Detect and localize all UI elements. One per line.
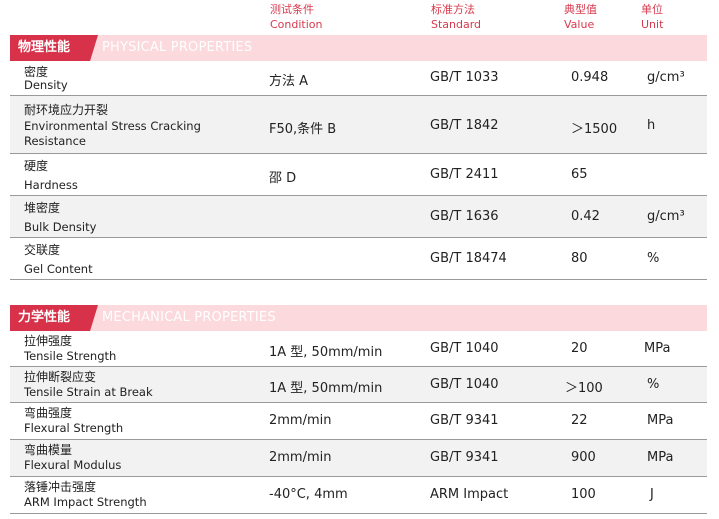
section-title-en: PHYSICAL PROPERTIES bbox=[102, 40, 253, 55]
standard-cell: GB/T 2411 bbox=[430, 167, 499, 182]
property-name-en: Hardness bbox=[24, 178, 78, 192]
value-cell: 65 bbox=[571, 167, 588, 182]
property-name-zh: 堆密度 bbox=[24, 201, 61, 215]
standard-cell: GB/T 9341 bbox=[430, 450, 499, 465]
condition-cell: 邵 D bbox=[269, 171, 297, 186]
table-row: 拉伸断裂应变 Tensile Strain at Break 1A 型, 50m… bbox=[10, 367, 707, 403]
value-cell: ＞100 bbox=[565, 381, 603, 396]
value-cell: 900 bbox=[571, 450, 596, 465]
standard-cell: GB/T 1033 bbox=[430, 70, 499, 85]
condition-cell: 2mm/min bbox=[269, 413, 332, 428]
property-name-zh: 硬度 bbox=[24, 159, 49, 173]
standard-header: 标准方法 Standard bbox=[431, 2, 481, 32]
property-name-zh: 拉伸断裂应变 bbox=[24, 370, 97, 384]
property-name-en: Environmental Stress Cracking bbox=[24, 119, 201, 133]
standard-cell: ARM Impact bbox=[430, 487, 509, 502]
property-name-en: Tensile Strain at Break bbox=[24, 385, 153, 399]
section-title-zh: 力学性能 bbox=[10, 305, 98, 331]
table-row: 落锤冲击强度 ARM Impact Strength -40°C, 4mm AR… bbox=[10, 477, 707, 514]
property-name-zh: 拉伸强度 bbox=[24, 334, 73, 348]
property-name-en: Tensile Strength bbox=[24, 349, 117, 363]
table-row: 弯曲模量 Flexural Modulus 2mm/min GB/T 9341 … bbox=[10, 440, 707, 477]
value-cell: 100 bbox=[571, 487, 596, 502]
property-name-en: Flexural Strength bbox=[24, 421, 124, 435]
unit-header-en: Unit bbox=[641, 18, 664, 31]
property-name-en-continued: Resistance bbox=[24, 134, 86, 148]
section-title-en: MECHANICAL PROPERTIES bbox=[102, 310, 276, 325]
table-row: 交联度 Gel Content GB/T 18474 80 % bbox=[10, 238, 707, 280]
standard-cell: GB/T 1636 bbox=[430, 209, 499, 224]
standard-cell: GB/T 18474 bbox=[430, 251, 507, 266]
standard-cell: GB/T 1842 bbox=[430, 118, 499, 133]
property-name-en: Gel Content bbox=[24, 262, 93, 276]
physical-properties-section: 物理性能 PHYSICAL PROPERTIES 密度 Density 方法 A… bbox=[10, 35, 707, 280]
unit-cell: g/cm³ bbox=[647, 70, 685, 85]
property-name-en: Bulk Density bbox=[24, 220, 97, 234]
unit-cell: MPa bbox=[644, 341, 671, 356]
condition-cell: F50,条件 B bbox=[269, 122, 337, 137]
unit-cell: % bbox=[647, 251, 660, 266]
unit-cell: h bbox=[647, 118, 656, 133]
property-name-zh: 交联度 bbox=[24, 243, 61, 257]
condition-header: 测试条件 Condition bbox=[270, 2, 323, 32]
standard-cell: GB/T 9341 bbox=[430, 413, 499, 428]
table-row: 拉伸强度 Tensile Strength 1A 型, 50mm/min GB/… bbox=[10, 331, 707, 367]
unit-cell: % bbox=[647, 377, 660, 392]
unit-cell: MPa bbox=[647, 450, 674, 465]
table-row: 堆密度 Bulk Density GB/T 1636 0.42 g/cm³ bbox=[10, 196, 707, 238]
table-row: 耐环境应力开裂 Environmental Stress Cracking Re… bbox=[10, 96, 707, 154]
property-name-en: Density bbox=[24, 78, 68, 92]
property-name-zh: 耐环境应力开裂 bbox=[24, 103, 109, 117]
value-header-zh: 典型值 bbox=[564, 3, 597, 16]
unit-cell: g/cm³ bbox=[647, 209, 685, 224]
mechanical-properties-section: 力学性能 MECHANICAL PROPERTIES 拉伸强度 Tensile … bbox=[10, 305, 707, 514]
table-row: 密度 Density 方法 A GB/T 1033 0.948 g/cm³ bbox=[10, 61, 707, 96]
property-name-en: ARM Impact Strength bbox=[24, 495, 147, 509]
unit-cell: J bbox=[650, 487, 654, 502]
value-cell: 0.948 bbox=[571, 70, 609, 85]
condition-cell: 2mm/min bbox=[269, 450, 332, 465]
condition-header-en: Condition bbox=[270, 18, 323, 31]
value-cell: ＞1500 bbox=[571, 122, 618, 137]
value-header: 典型值 Value bbox=[564, 2, 597, 32]
value-header-en: Value bbox=[564, 18, 595, 31]
condition-cell: 1A 型, 50mm/min bbox=[269, 381, 383, 396]
property-name-en: Flexural Modulus bbox=[24, 458, 122, 472]
unit-cell: MPa bbox=[647, 413, 674, 428]
unit-header: 单位 Unit bbox=[641, 2, 663, 32]
value-cell: 80 bbox=[571, 251, 588, 266]
property-name-zh: 弯曲强度 bbox=[24, 406, 73, 420]
section-title-zh: 物理性能 bbox=[10, 35, 98, 61]
table-row: 硬度 Hardness 邵 D GB/T 2411 65 bbox=[10, 154, 707, 196]
condition-cell: 方法 A bbox=[269, 74, 309, 89]
table-row: 弯曲强度 Flexural Strength 2mm/min GB/T 9341… bbox=[10, 403, 707, 440]
condition-cell: 1A 型, 50mm/min bbox=[269, 345, 383, 360]
value-cell: 22 bbox=[571, 413, 588, 428]
standard-header-en: Standard bbox=[431, 18, 482, 31]
value-cell: 20 bbox=[571, 341, 588, 356]
property-name-zh: 弯曲模量 bbox=[24, 443, 73, 457]
unit-header-zh: 单位 bbox=[641, 3, 663, 16]
condition-header-zh: 测试条件 bbox=[270, 3, 314, 16]
condition-cell: -40°C, 4mm bbox=[269, 487, 348, 502]
property-name-zh: 落锤冲击强度 bbox=[24, 480, 97, 494]
standard-header-zh: 标准方法 bbox=[431, 3, 475, 16]
standard-cell: GB/T 1040 bbox=[430, 377, 499, 392]
value-cell: 0.42 bbox=[571, 209, 600, 224]
standard-cell: GB/T 1040 bbox=[430, 341, 499, 356]
